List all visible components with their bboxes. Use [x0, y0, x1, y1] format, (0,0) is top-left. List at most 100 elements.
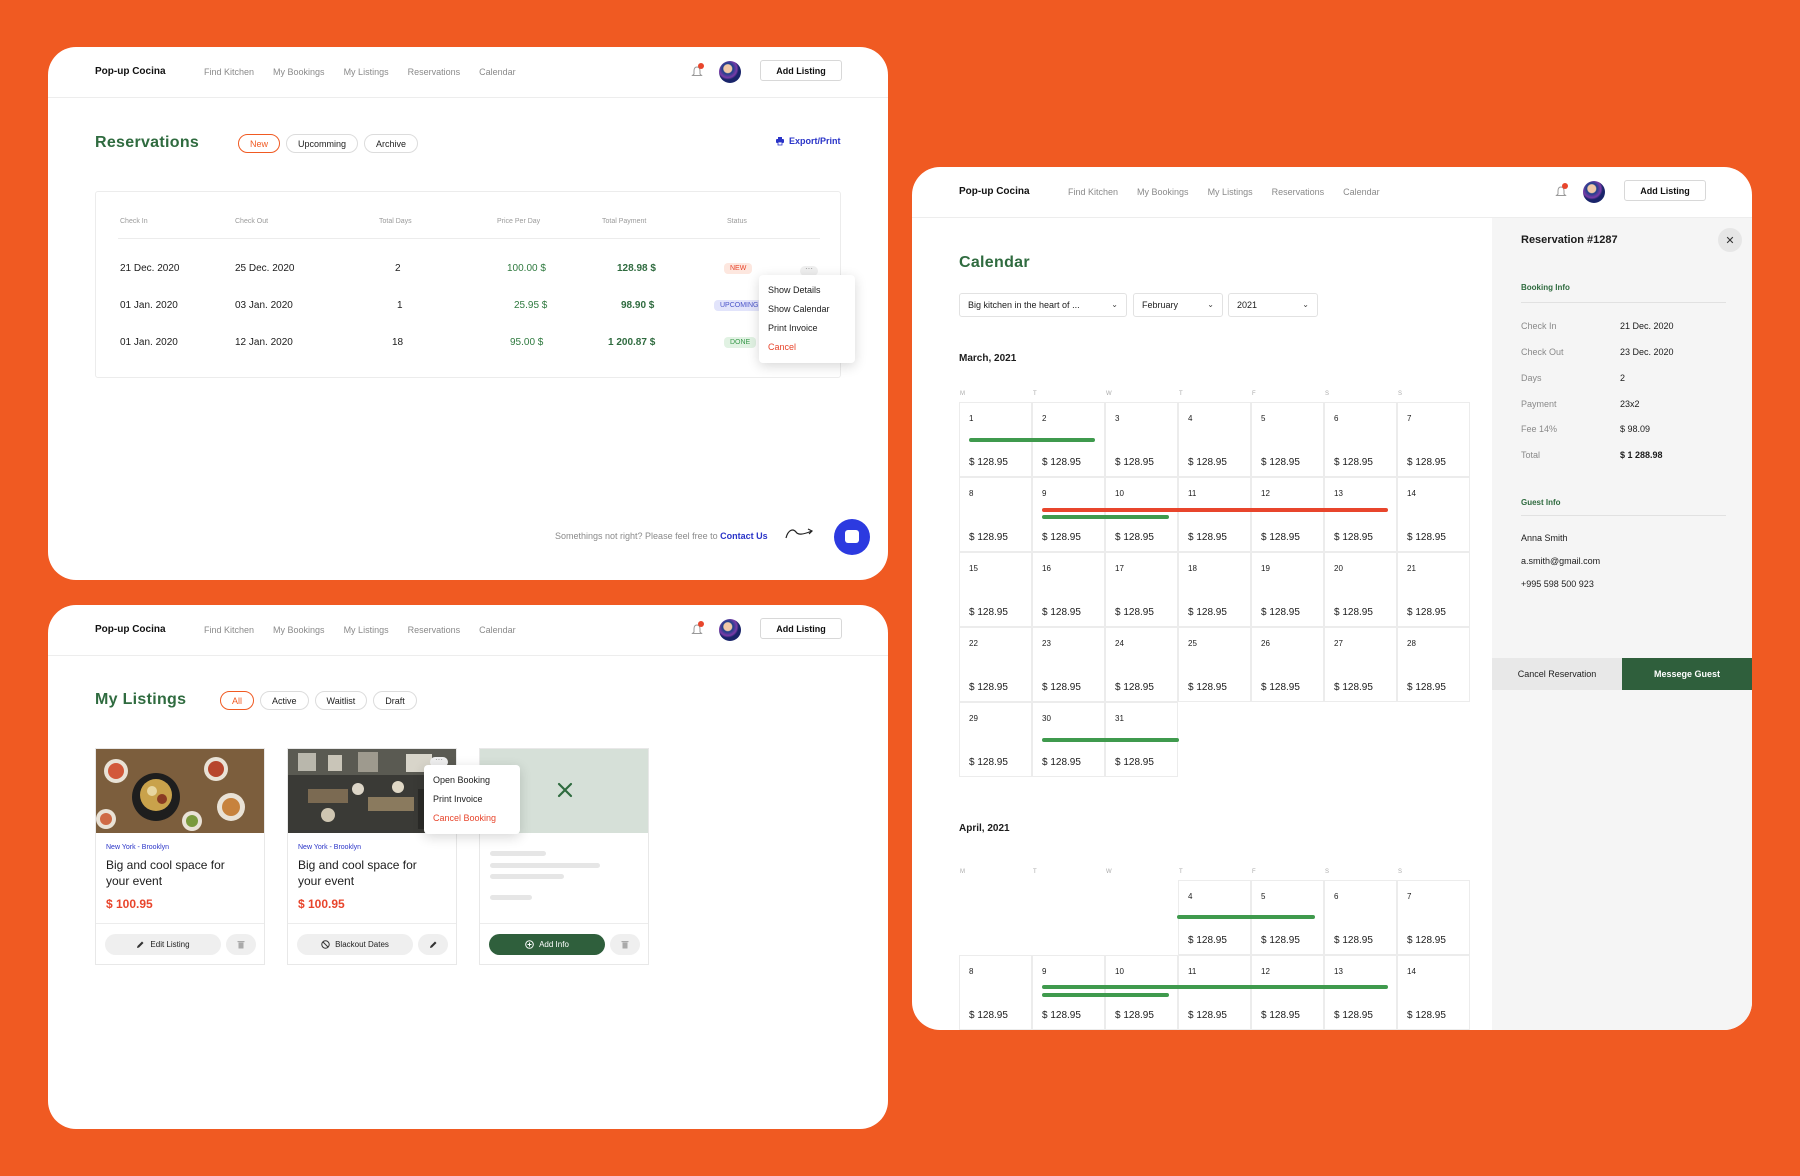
contact-us-link[interactable]: Contact Us	[720, 531, 768, 541]
tab-new[interactable]: New	[238, 134, 281, 153]
calendar-day[interactable]: 4 $ 128.95	[1178, 402, 1251, 477]
nav-link-calendar[interactable]: Calendar	[479, 67, 516, 77]
avatar[interactable]	[719, 61, 741, 83]
nav-link-calendar[interactable]: Calendar	[479, 625, 516, 635]
nav-link-reservations[interactable]: Reservations	[408, 67, 461, 77]
divider	[96, 923, 264, 924]
menu-print-invoice[interactable]: Print Invoice	[433, 790, 511, 809]
brand-logo[interactable]: Pop-up Cocina	[959, 186, 1030, 197]
edit-button[interactable]	[418, 934, 448, 955]
calendar-day[interactable]: 18 $ 128.95	[1178, 552, 1251, 627]
booking-bar-pending[interactable]	[1042, 508, 1388, 512]
calendar-day[interactable]: 7 $ 128.95	[1397, 402, 1470, 477]
nav-link-reservations[interactable]: Reservations	[408, 625, 461, 635]
menu-show-details[interactable]: Show Details	[768, 281, 846, 300]
calendar-day[interactable]: 26 $ 128.95	[1251, 627, 1324, 702]
export-print-button[interactable]: Export/Print	[775, 136, 841, 146]
nav-link-my-listings[interactable]: My Listings	[344, 625, 389, 635]
calendar-day[interactable]: 6 $ 128.95	[1324, 402, 1397, 477]
add-info-button[interactable]: Add Info	[489, 934, 605, 955]
avatar[interactable]	[719, 619, 741, 641]
month-select[interactable]: February ⌄	[1133, 293, 1223, 317]
booking-bar[interactable]	[969, 438, 1095, 442]
year-select[interactable]: 2021 ⌄	[1228, 293, 1318, 317]
booking-bar[interactable]	[1042, 738, 1179, 742]
calendar-day[interactable]: 3 $ 128.95	[1105, 402, 1178, 477]
tab-active[interactable]: Active	[260, 691, 309, 710]
booking-bar[interactable]	[1177, 915, 1315, 919]
calendar-day[interactable]: 24 $ 128.95	[1105, 627, 1178, 702]
calendar-day[interactable]: 14 $ 128.95	[1397, 477, 1470, 552]
calendar-day[interactable]: 29 $ 128.95	[959, 702, 1032, 777]
calendar-day[interactable]: 13 $ 128.95	[1324, 477, 1397, 552]
add-listing-button[interactable]: Add Listing	[760, 618, 842, 639]
nav-link-my-listings[interactable]: My Listings	[344, 67, 389, 77]
trash-button[interactable]	[226, 934, 256, 955]
nav-link-my-listings[interactable]: My Listings	[1208, 187, 1253, 197]
nav-link-my-bookings[interactable]: My Bookings	[273, 67, 325, 77]
nav-link-find-kitchen[interactable]: Find Kitchen	[1068, 187, 1118, 197]
listing-title: Big and cool space for your event	[298, 858, 417, 888]
blackout-dates-button[interactable]: Blackout Dates	[297, 934, 413, 955]
menu-open-booking[interactable]: Open Booking	[433, 771, 511, 790]
menu-print-invoice[interactable]: Print Invoice	[768, 319, 846, 338]
brand-logo[interactable]: Pop-up Cocina	[95, 624, 166, 635]
tab-archive[interactable]: Archive	[364, 134, 419, 153]
nav-link-find-kitchen[interactable]: Find Kitchen	[204, 625, 254, 635]
nav-link-reservations[interactable]: Reservations	[1272, 187, 1325, 197]
listing-card[interactable]: New York - Brooklyn Big and cool space f…	[95, 748, 265, 965]
add-listing-button[interactable]: Add Listing	[760, 60, 842, 81]
calendar-day[interactable]: 12 $ 128.95	[1251, 955, 1324, 1030]
calendar-day[interactable]: 23 $ 128.95	[1032, 627, 1105, 702]
calendar-day[interactable]: 14 $ 128.95	[1397, 955, 1470, 1030]
nav-link-calendar[interactable]: Calendar	[1343, 187, 1380, 197]
calendar-day[interactable]: 20 $ 128.95	[1324, 552, 1397, 627]
kitchen-select[interactable]: Big kitchen in the heart of ... ⌄	[959, 293, 1127, 317]
menu-cancel-booking[interactable]: Cancel Booking	[433, 809, 511, 828]
calendar-day[interactable]: 27 $ 128.95	[1324, 627, 1397, 702]
calendar-day[interactable]: 21 $ 128.95	[1397, 552, 1470, 627]
nav-link-my-bookings[interactable]: My Bookings	[273, 625, 325, 635]
day-price: $ 128.95	[1261, 457, 1300, 468]
booking-bar[interactable]	[1042, 515, 1169, 519]
listing-location[interactable]: New York - Brooklyn	[298, 844, 361, 851]
calendar-day[interactable]: 11 $ 128.95	[1178, 955, 1251, 1030]
booking-bar[interactable]	[1042, 985, 1388, 989]
calendar-day[interactable]: 13 $ 128.95	[1324, 955, 1397, 1030]
listing-location[interactable]: New York - Brooklyn	[106, 844, 169, 851]
calendar-day[interactable]: 8 $ 128.95	[959, 477, 1032, 552]
calendar-day[interactable]: 11 $ 128.95	[1178, 477, 1251, 552]
guest-phone[interactable]: +995 598 500 923	[1521, 579, 1594, 589]
close-icon[interactable]: ✕	[1718, 228, 1742, 252]
calendar-day[interactable]: 22 $ 128.95	[959, 627, 1032, 702]
calendar-day[interactable]: 25 $ 128.95	[1178, 627, 1251, 702]
calendar-day[interactable]: 15 $ 128.95	[959, 552, 1032, 627]
calendar-day[interactable]: 28 $ 128.95	[1397, 627, 1470, 702]
calendar-day[interactable]: 7 $ 128.95	[1397, 880, 1470, 955]
nav-link-find-kitchen[interactable]: Find Kitchen	[204, 67, 254, 77]
calendar-day[interactable]: 6 $ 128.95	[1324, 880, 1397, 955]
calendar-day[interactable]: 8 $ 128.95	[959, 955, 1032, 1030]
chat-button[interactable]	[834, 519, 870, 555]
menu-cancel[interactable]: Cancel	[768, 338, 846, 357]
brand-logo[interactable]: Pop-up Cocina	[95, 66, 166, 77]
calendar-day[interactable]: 17 $ 128.95	[1105, 552, 1178, 627]
booking-bar[interactable]	[1042, 993, 1169, 997]
trash-button[interactable]	[610, 934, 640, 955]
message-guest-button[interactable]: Messege Guest	[1622, 658, 1752, 690]
nav-link-my-bookings[interactable]: My Bookings	[1137, 187, 1189, 197]
tab-waitlist[interactable]: Waitlist	[314, 691, 368, 710]
tab-upcoming[interactable]: Upcomming	[286, 134, 359, 153]
tab-draft[interactable]: Draft	[373, 691, 417, 710]
add-listing-button[interactable]: Add Listing	[1624, 180, 1706, 201]
avatar[interactable]	[1583, 181, 1605, 203]
calendar-day[interactable]: 16 $ 128.95	[1032, 552, 1105, 627]
calendar-day[interactable]: 19 $ 128.95	[1251, 552, 1324, 627]
guest-email[interactable]: a.smith@gmail.com	[1521, 556, 1600, 566]
edit-listing-button[interactable]: Edit Listing	[105, 934, 221, 955]
tab-all[interactable]: All	[220, 691, 255, 710]
cancel-reservation-button[interactable]: Cancel Reservation	[1492, 658, 1622, 690]
menu-show-calendar[interactable]: Show Calendar	[768, 300, 846, 319]
calendar-day[interactable]: 5 $ 128.95	[1251, 402, 1324, 477]
calendar-day[interactable]: 12 $ 128.95	[1251, 477, 1324, 552]
